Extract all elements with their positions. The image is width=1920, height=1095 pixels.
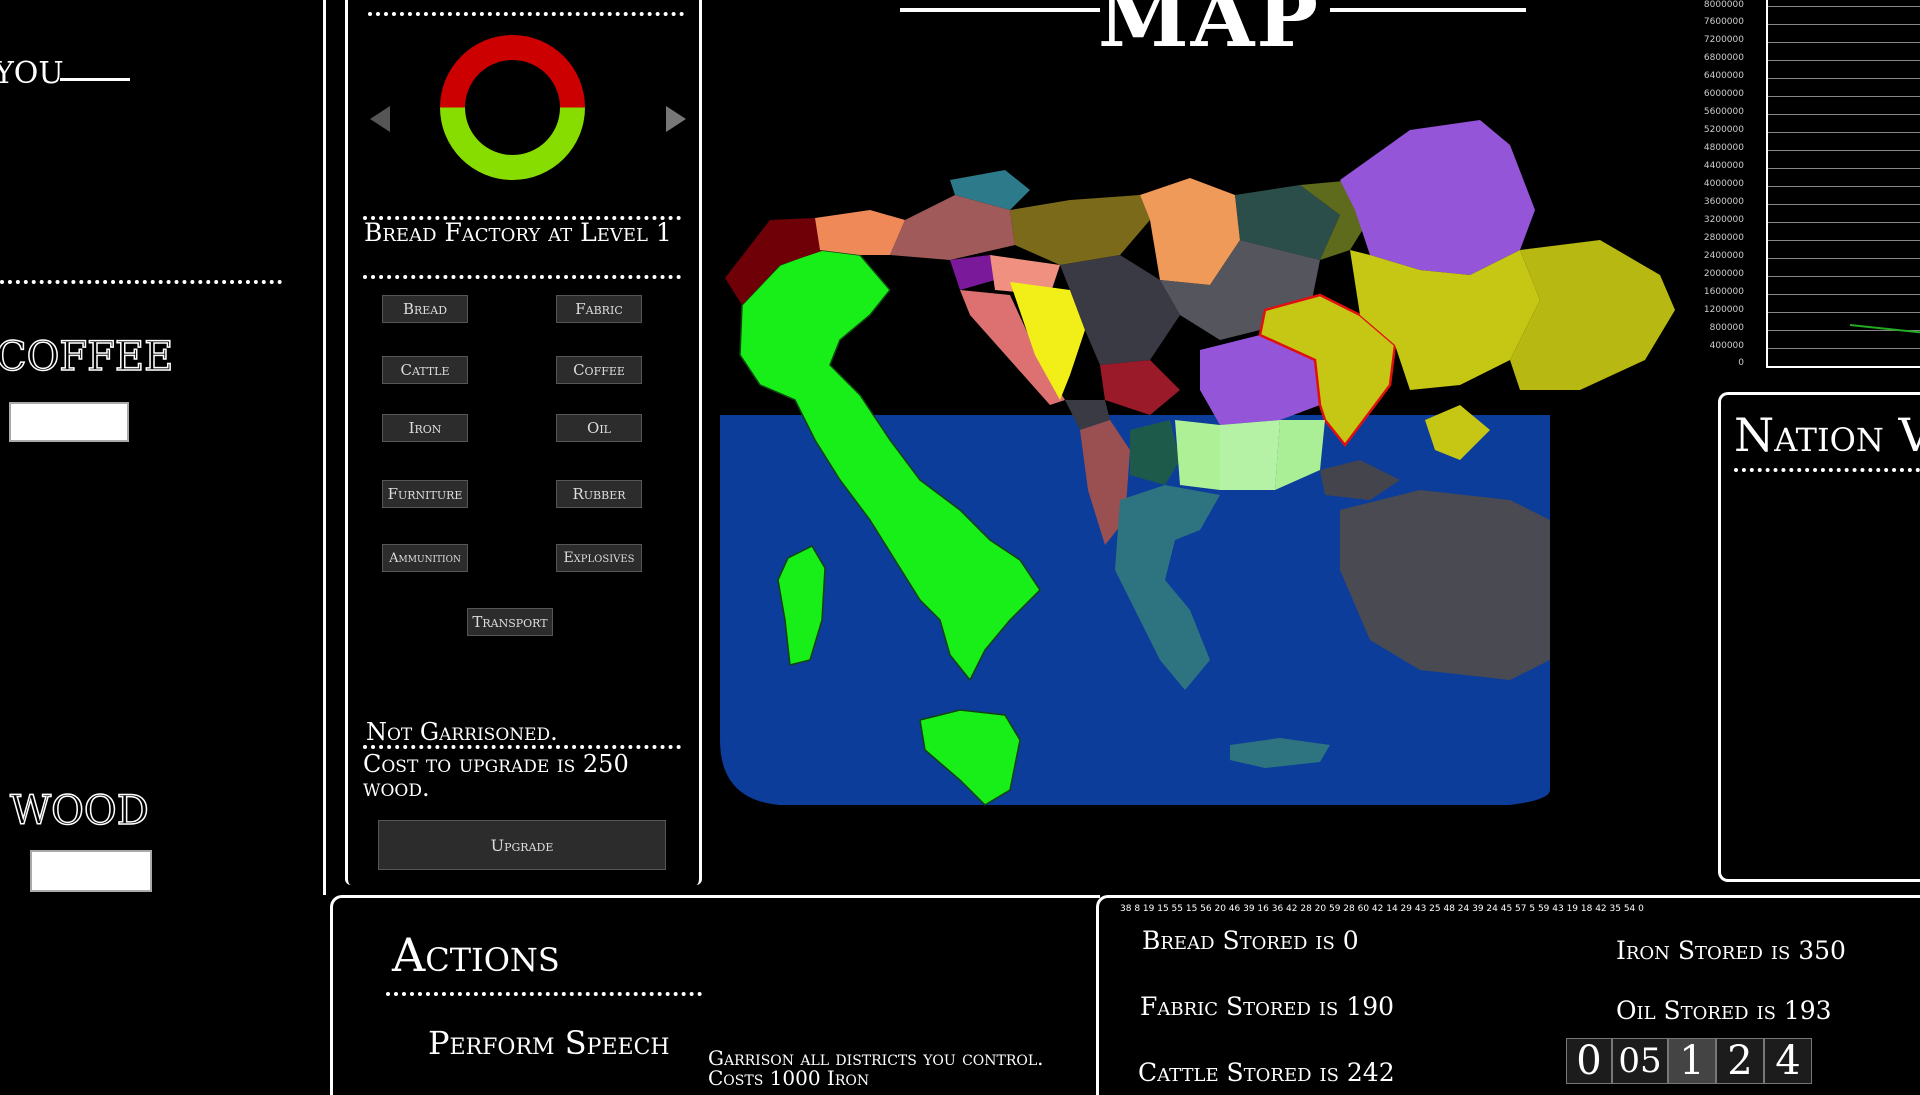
region-ukraine-east[interactable] xyxy=(1510,240,1675,390)
next-arrow-icon[interactable] xyxy=(666,106,686,132)
y-tick: 4000000 xyxy=(1703,179,1744,189)
wood-label: WOOD xyxy=(9,787,149,835)
prev-arrow-icon[interactable] xyxy=(370,106,390,132)
y-tick: 800000 xyxy=(1709,323,1744,333)
furniture-button[interactable]: Furniture xyxy=(382,480,468,508)
region-poland-east[interactable] xyxy=(1340,120,1535,275)
cattle-button[interactable]: Cattle xyxy=(382,356,468,384)
upgrade-cost: Cost to upgrade is 250 wood. xyxy=(363,750,629,802)
iron-stored: Iron Stored is 350 xyxy=(1616,936,1846,965)
coffee-label: COFFEE xyxy=(0,333,174,381)
map-title: MAP xyxy=(1098,0,1321,66)
perform-speech-action[interactable]: Perform Speech xyxy=(428,1024,670,1062)
region-bulgaria-central[interactable] xyxy=(1220,420,1280,490)
wood-input[interactable] xyxy=(30,850,152,892)
y-tick: 2000000 xyxy=(1703,269,1744,279)
nation-panel xyxy=(1718,392,1920,882)
counter-digit: 4 xyxy=(1764,1038,1812,1084)
region-slovenia[interactable] xyxy=(950,255,995,290)
explosives-button[interactable]: Explosives xyxy=(556,544,642,572)
y-tick: 8000000 xyxy=(1703,0,1744,10)
counter-digit: 1 xyxy=(1668,1038,1716,1084)
counter-digit: 2 xyxy=(1716,1038,1764,1084)
region-serbia[interactable] xyxy=(1100,360,1180,415)
oil-button[interactable]: Oil xyxy=(556,414,642,442)
upgrade-button[interactable]: Upgrade xyxy=(378,820,666,870)
garrison-action-cost: Costs 1000 Iron xyxy=(708,1066,870,1090)
transport-button[interactable]: Transport xyxy=(467,608,553,636)
nation-panel-title: Nation V xyxy=(1734,408,1920,462)
y-tick: 1600000 xyxy=(1703,287,1744,297)
you-underline xyxy=(60,78,130,81)
counter-digit: 0 xyxy=(1566,1038,1612,1084)
map-title-line-left xyxy=(900,8,1100,12)
factory-top-divider xyxy=(368,12,684,16)
y-tick: 6000000 xyxy=(1703,89,1744,99)
fabric-button[interactable]: Fabric xyxy=(556,295,642,323)
iron-button[interactable]: Iron xyxy=(382,414,468,442)
y-tick: 0 xyxy=(1738,358,1744,368)
nation-title-divider xyxy=(1734,468,1920,472)
y-tick: 5600000 xyxy=(1703,107,1744,117)
ammunition-button[interactable]: Ammunition xyxy=(382,544,468,572)
coffee-input[interactable] xyxy=(9,402,129,442)
y-tick: 6800000 xyxy=(1703,53,1744,63)
graph-panel: 8000000 7600000 7200000 6800000 6400000 … xyxy=(1692,0,1920,370)
actions-divider xyxy=(386,992,702,996)
y-tick: 3200000 xyxy=(1703,215,1744,225)
cattle-stored: Cattle Stored is 242 xyxy=(1138,1058,1395,1087)
donut-green-segment xyxy=(440,107,585,180)
factory-title-divider-bottom xyxy=(363,275,681,279)
left-panel: YOU COFFEE WOOD xyxy=(0,0,325,1080)
y-tick: 4400000 xyxy=(1703,161,1744,171)
y-tick: 400000 xyxy=(1709,341,1744,351)
graph-y-axis-labels: 8000000 7600000 7200000 6800000 6400000 … xyxy=(1692,0,1744,368)
garrison-divider xyxy=(363,745,681,749)
map-title-line-right xyxy=(1330,8,1526,12)
y-tick: 5200000 xyxy=(1703,125,1744,135)
bread-button[interactable]: Bread xyxy=(382,295,468,323)
factory-donut xyxy=(430,25,595,190)
bread-stored: Bread Stored is 0 xyxy=(1142,926,1359,955)
y-tick: 2800000 xyxy=(1703,233,1744,243)
y-tick: 3600000 xyxy=(1703,197,1744,207)
actions-title: Actions xyxy=(392,928,560,982)
region-switzerland[interactable] xyxy=(815,210,905,255)
donut-red-segment xyxy=(440,34,585,108)
y-tick: 1200000 xyxy=(1703,305,1744,315)
y-tick: 7600000 xyxy=(1703,17,1744,27)
y-tick: 6400000 xyxy=(1703,71,1744,81)
coffee-button[interactable]: Coffee xyxy=(556,356,642,384)
y-tick: 4800000 xyxy=(1703,143,1744,153)
region-austria-east[interactable] xyxy=(1010,195,1150,265)
left-panel-border xyxy=(323,0,326,895)
oil-stored: Oil Stored is 193 xyxy=(1616,996,1832,1025)
garrison-status: Not Garrisoned. xyxy=(366,718,558,746)
left-divider xyxy=(0,280,282,284)
factory-title: Bread Factory at Level 1 xyxy=(364,218,672,247)
graph-plot xyxy=(1766,0,1920,368)
y-tick: 2400000 xyxy=(1703,251,1744,261)
counter-digit: 05 xyxy=(1612,1038,1668,1084)
map-view[interactable] xyxy=(720,100,1680,820)
rubber-button[interactable]: Rubber xyxy=(556,480,642,508)
you-label: YOU xyxy=(0,56,64,91)
fabric-stored: Fabric Stored is 190 xyxy=(1140,992,1395,1021)
region-bulgaria-west[interactable] xyxy=(1175,420,1220,490)
turn-counter: 0 05 1 2 4 xyxy=(1566,1038,1816,1084)
resource-ticker: 38 8 19 15 55 15 56 20 46 39 16 36 42 28… xyxy=(1120,904,1644,914)
graph-series-line xyxy=(1849,324,1920,334)
y-tick: 7200000 xyxy=(1703,35,1744,45)
